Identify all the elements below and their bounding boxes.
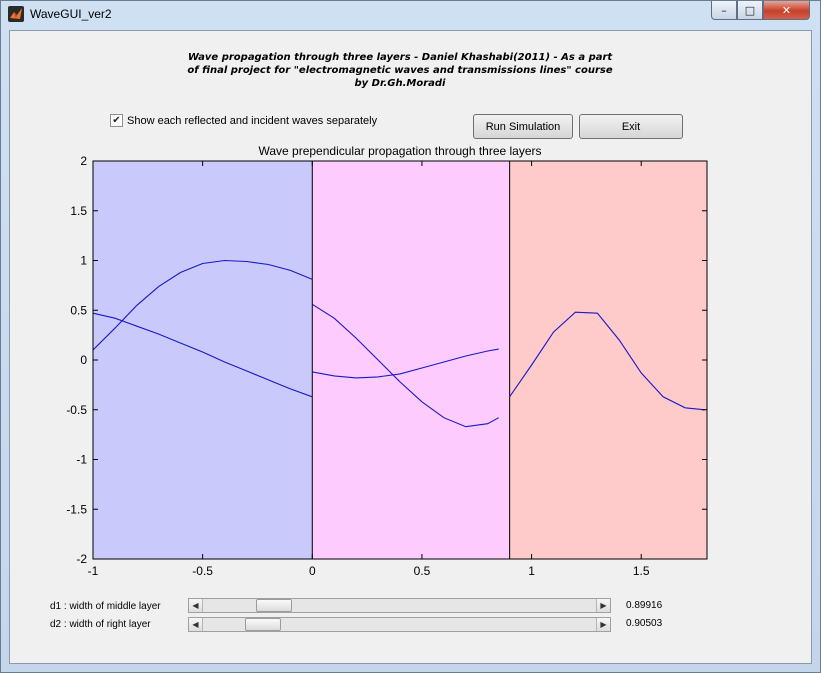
layer-region-1: [93, 161, 313, 559]
show-separately-checkbox[interactable]: ✔ Show each reflected and incident waves…: [110, 114, 377, 127]
app-window: WaveGUI_ver2 – □ ✕ Wave propagation thro…: [0, 0, 821, 673]
header-line-2: of final project for "electromagnetic wa…: [187, 65, 613, 76]
layer-region-2: [312, 161, 510, 559]
d2-slider[interactable]: ◀ ▶: [188, 617, 611, 632]
slider-left-arrow-icon[interactable]: ◀: [189, 618, 203, 631]
figure-area: Wave propagation through three layers - …: [9, 30, 812, 664]
title-bar[interactable]: WaveGUI_ver2 – □ ✕: [1, 1, 820, 27]
run-simulation-button[interactable]: Run Simulation: [473, 114, 573, 139]
minimize-button[interactable]: –: [711, 1, 737, 20]
slider-left-arrow-icon[interactable]: ◀: [189, 599, 203, 612]
d1-slider[interactable]: ◀ ▶: [188, 598, 611, 613]
x-tick-label: -0.5: [192, 564, 213, 578]
maximize-icon: □: [744, 3, 756, 17]
header-line-1: Wave propagation through three layers - …: [187, 52, 613, 63]
header-text: Wave propagation through three layers - …: [180, 51, 620, 90]
window-title: WaveGUI_ver2: [30, 7, 112, 21]
y-tick-label: 1: [80, 254, 87, 268]
y-tick-label: -0.5: [66, 403, 87, 417]
x-tick-label: 1: [528, 564, 535, 578]
matlab-logo-icon: [8, 6, 24, 22]
minimize-icon: –: [721, 3, 727, 17]
checkmark-icon: ✔: [112, 114, 121, 126]
y-tick-label: -1.5: [66, 502, 87, 516]
x-tick-label: 0: [309, 564, 316, 578]
y-tick-label: 0.5: [70, 303, 87, 317]
plot-title: Wave prependicular propagation through t…: [258, 144, 541, 158]
x-tick-label: -1: [88, 564, 99, 578]
layer-region-3: [509, 161, 707, 559]
checkbox-label: Show each reflected and incident waves s…: [127, 114, 378, 127]
slider-label-d2: d2 : width of right layer: [50, 619, 151, 630]
slider-right-arrow-icon[interactable]: ▶: [596, 618, 610, 631]
checkbox-box[interactable]: ✔: [110, 114, 123, 127]
exit-button[interactable]: Exit: [579, 114, 683, 139]
close-button[interactable]: ✕: [763, 1, 810, 20]
y-tick-label: -1: [76, 453, 87, 467]
y-tick-label: -2: [76, 552, 87, 566]
x-tick-label: 0.5: [414, 564, 431, 578]
wave-plot: -1 -0.5 0 0.5 1 1.5 2 1.5 1 0.5 0 -0.5 -1 -1.5 -2 Wave …: [66, 144, 708, 578]
d2-value: 0.90503: [626, 618, 663, 629]
slider-label-d1: d1 : width of middle layer: [50, 601, 161, 612]
maximize-button[interactable]: □: [737, 1, 763, 20]
y-tick-label: 0: [80, 353, 87, 367]
header-line-3: by Dr.Gh.Moradi: [354, 78, 446, 89]
d1-value: 0.89916: [626, 600, 663, 611]
slider-thumb[interactable]: [255, 599, 292, 612]
x-tick-label: 1.5: [633, 564, 650, 578]
slider-thumb[interactable]: [245, 618, 282, 631]
y-tick-label: 2: [80, 154, 87, 168]
y-tick-label: 1.5: [70, 204, 87, 218]
slider-right-arrow-icon[interactable]: ▶: [596, 599, 610, 612]
close-icon: ✕: [781, 3, 792, 17]
